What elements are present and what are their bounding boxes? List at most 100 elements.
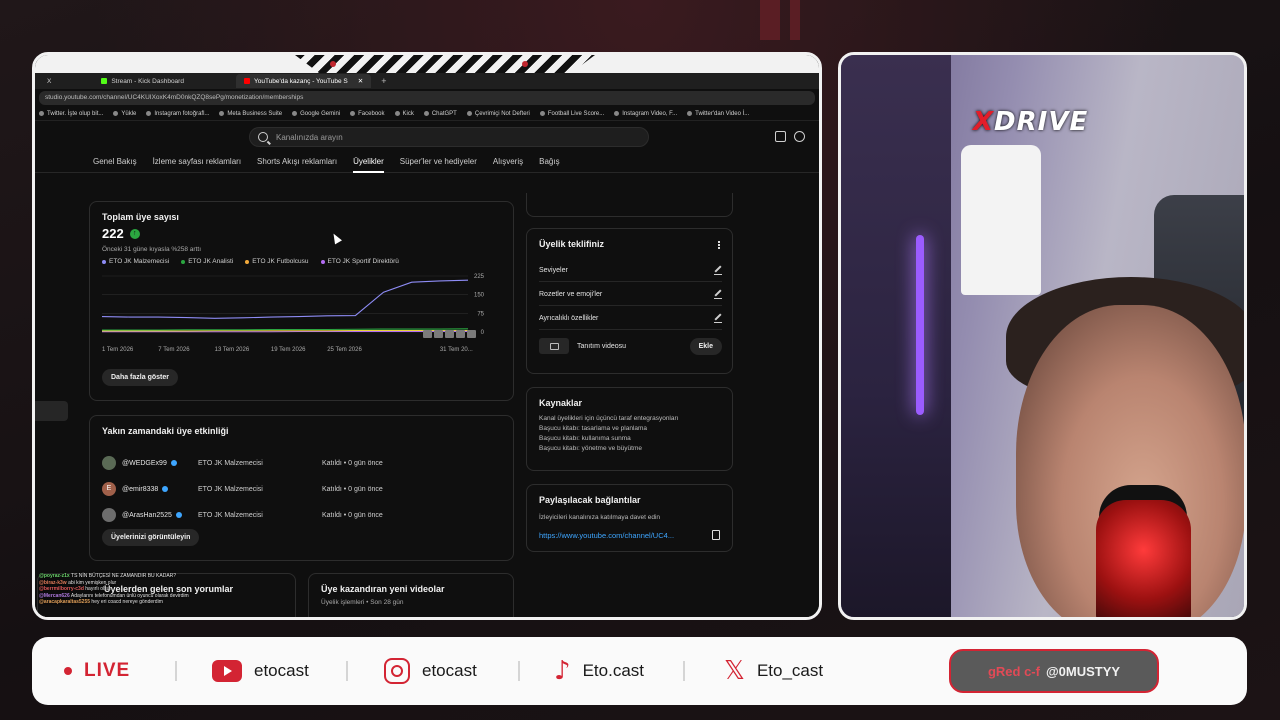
help-icon[interactable] (794, 131, 805, 142)
x-tick-label: 31 Tem 20... (440, 347, 473, 353)
table-row[interactable]: E @emir8338 ETO JK Malzemecisi Katıldı • 0 … (102, 479, 502, 499)
divider (683, 661, 685, 681)
series-line-1[interactable] (102, 328, 469, 331)
instagram-label: etocast (422, 661, 477, 680)
bookmark-item[interactable]: ChatGPT (423, 110, 457, 117)
bookmark-item[interactable]: Çevrimiçi Not Defteri (466, 111, 530, 117)
offer-row-label: Seviyeler (539, 267, 568, 274)
more-options-icon[interactable] (718, 241, 720, 243)
instagram-icon (384, 658, 410, 684)
view-members-button[interactable]: Üyelerinizi görüntüleyin (102, 529, 200, 546)
series-line-0[interactable] (101, 279, 469, 319)
browser-tab-youtube[interactable]: YouTube'da kazanç - YouTube S ✕ (235, 74, 372, 88)
bookmark-item[interactable]: Twitter. İşte olup bit... (39, 111, 103, 117)
resource-link[interactable]: Kanal üyelikleri için üçüncü taraf enteg… (539, 414, 720, 424)
bookmark-icon (539, 111, 545, 116)
chat-text: abi kim yemişken olur (68, 579, 117, 586)
member-chart: 225 150 75 0 1 Tem 2026 7 Tem 2026 13 Tem 2026… (101, 274, 485, 353)
chart-control-icon[interactable] (456, 330, 465, 338)
chart-control-icon[interactable] (423, 330, 432, 338)
divider (346, 661, 348, 681)
legend-item: ETO JK Sportif Direktörü (320, 258, 399, 265)
add-button[interactable]: Ekle (689, 337, 722, 355)
tab-memberships[interactable]: Üyelikler (353, 151, 384, 173)
tab-label: YouTube'da kazanç - YouTube S (253, 77, 348, 85)
chart-control-icon[interactable] (445, 330, 454, 338)
offer-row[interactable]: Rozetler ve emoji'ler (539, 284, 722, 306)
tab-monetization-6[interactable]: Bağış (539, 151, 559, 172)
bookmark-item[interactable]: Facebook (350, 111, 385, 117)
member-level: ETO JK Malzemecisi (198, 485, 263, 493)
resource-link[interactable]: Başucu kitabı: kullanıma sunma (539, 434, 720, 444)
frame-notch-decoration (295, 55, 595, 73)
new-tab-button[interactable]: + (381, 76, 386, 86)
chat-text: TS NİN BÜTÇESİ NE ZAMANDIR BU KADAR? (71, 573, 177, 579)
card-title: Paylaşılacak bağlantılar (539, 495, 641, 505)
feedback-icon[interactable] (775, 131, 786, 142)
arrow-up-icon: ↑ (129, 228, 140, 239)
address-bar[interactable]: studio.youtube.com/channel/UC4KUIXoxK4mD… (39, 91, 815, 105)
x-tick-label: 1 Tem 2026 (102, 347, 134, 353)
bookmark-item[interactable]: Twitter'dan Video İ... (687, 111, 749, 117)
y-tick-label: 75 (477, 311, 484, 317)
close-icon[interactable]: ✕ (358, 77, 363, 85)
browser-tab-x[interactable]: X (39, 74, 59, 88)
bookmark-item[interactable]: Yükle (113, 111, 136, 117)
bookmark-item[interactable]: Instagram fotoğrafl... (146, 111, 209, 117)
divider (518, 661, 520, 681)
table-row[interactable]: @ArasHan2525 ETO JK Malzemecisi Katıldı • … (102, 505, 502, 525)
y-tick-label: 150 (474, 293, 485, 299)
chart-control-icon[interactable] (434, 330, 443, 338)
x-tick-label: 25 Tem 2026 (327, 347, 362, 353)
chat-username: @Mercan626 (39, 592, 70, 599)
logo-text: DRIVE (994, 107, 1089, 137)
tab-monetization-2[interactable]: Shorts Akışı reklamları (257, 151, 337, 172)
resource-link[interactable]: Başucu kitabı: tasarlama ve planlama (539, 424, 720, 434)
bookmark-item[interactable]: Meta Business Suite (219, 111, 282, 117)
bookmark-item[interactable]: Instagram Video, F... (614, 111, 677, 117)
card-title: Yakın zamandaki üye etkinliği (102, 426, 229, 436)
copy-icon[interactable] (712, 530, 720, 540)
sidebar-item[interactable] (35, 401, 68, 421)
legend-item: ETO JK Futbolcusu (245, 258, 309, 265)
comparison-text: Önceki 31 güne kıyasla %258 arttı (102, 246, 202, 253)
show-more-button[interactable]: Daha fazla göster (102, 369, 178, 386)
membership-offer-card: Üyelik teklifiniz Seviyeler Rozetler ve e… (526, 228, 733, 374)
edit-pencil-icon[interactable] (714, 315, 722, 323)
bookmark-label: Yükle (121, 110, 137, 117)
avatar: E (102, 482, 116, 496)
member-name: @WEDGEx99 (122, 459, 167, 467)
channel-join-link[interactable]: https://www.youtube.com/channel/UC4... (539, 531, 674, 540)
tab-monetization-1[interactable]: İzleme sayfası reklamları (153, 151, 241, 172)
frame-dot (522, 61, 528, 67)
edit-pencil-icon[interactable] (714, 267, 722, 275)
search-input[interactable]: Kanalınızda arayın (249, 127, 649, 147)
bookmark-label: Twitter. İşte olup bit... (47, 110, 104, 117)
bookmark-icon (219, 111, 225, 116)
browser-tab-kick[interactable]: Stream - Kick Dashboard (93, 74, 192, 88)
x-tick-label: 7 Tem 2026 (158, 347, 190, 353)
chart-control-icon[interactable] (467, 330, 476, 338)
bookmark-item[interactable]: Football Live Score... (539, 111, 604, 117)
chat-username: @poyraz-z1x (39, 573, 70, 579)
tab-monetization-0[interactable]: Genel Bakış (93, 151, 137, 172)
chat-username: @aracapkaraltas5255 (39, 599, 91, 605)
bookmark-label: ChatGPT (431, 110, 457, 117)
tab-label: X (47, 77, 52, 85)
legend-label: ETO JK Malzemecisi (109, 258, 170, 265)
chat-text: Adaylarını telefonumdan ünlü oyuncu olar… (70, 592, 189, 599)
card-title: Kaynaklar (539, 398, 583, 408)
resource-link[interactable]: Başucu kitabı: yönetme ve büyütme (539, 444, 720, 454)
tab-monetization-4[interactable]: Süper'ler ve hediyeler (400, 151, 477, 172)
edit-pencil-icon[interactable] (714, 291, 722, 299)
promo-video-row: Tanıtım videosu Ekle (539, 335, 722, 357)
resources-card: Kaynaklar Kanal üyelikleri için üçüncü t… (526, 387, 733, 471)
monetization-tabs: Genel Bakış İzleme sayfası reklamları Shor… (35, 151, 819, 173)
table-row[interactable]: @WEDGEx99 ETO JK Malzemecisi Katıldı • 0 g… (102, 453, 502, 473)
offer-row[interactable]: Ayrıcalıklı özellikler (539, 308, 722, 330)
bookmark-item[interactable]: Kick (394, 111, 414, 117)
offer-row[interactable]: Seviyeler (539, 260, 722, 282)
member-name: @emir8338 (122, 485, 159, 493)
tab-monetization-5[interactable]: Alışveriş (493, 151, 523, 172)
bookmark-item[interactable]: Google Gemini (292, 111, 340, 117)
